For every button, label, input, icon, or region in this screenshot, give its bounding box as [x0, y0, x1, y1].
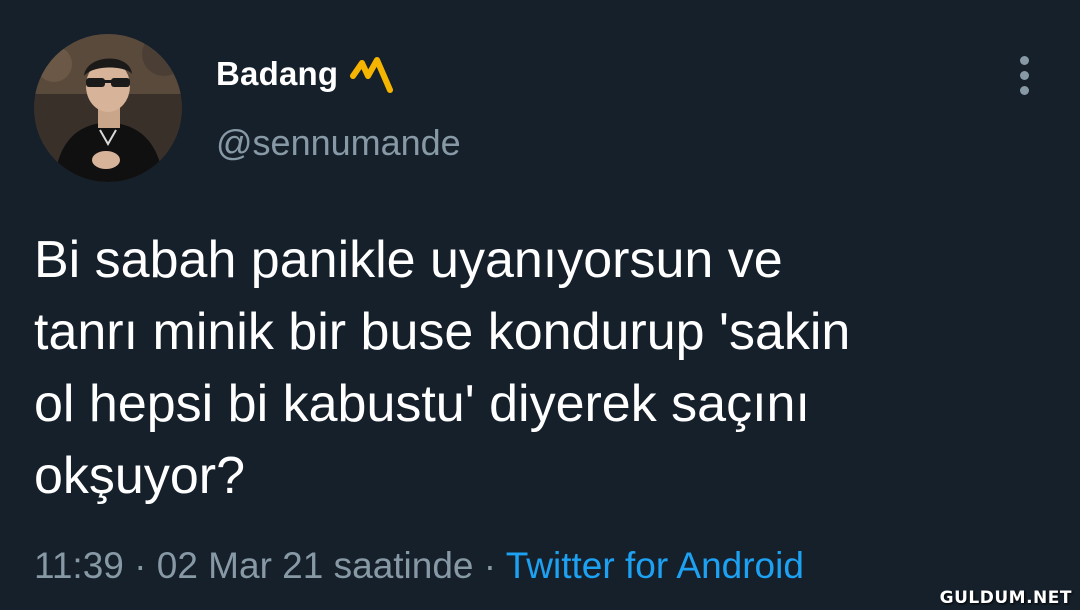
tweet-source-link[interactable]: Twitter for Android	[506, 545, 804, 586]
zigzag-emoji-icon	[350, 54, 396, 94]
avatar[interactable]	[34, 34, 182, 182]
vertical-ellipsis-icon	[1020, 56, 1029, 65]
tweet-date-suffix: saatinde	[323, 545, 474, 586]
vertical-ellipsis-icon	[1020, 86, 1029, 95]
tweet-meta: 11:39 · 02 Mar 21 saatinde · Twitter for…	[34, 545, 804, 587]
author-display-name[interactable]: Badang	[216, 55, 338, 93]
tweet-card: Badang @sennumande Bi sabah panikle uyan…	[0, 0, 1080, 610]
author-name-row[interactable]: Badang	[216, 52, 396, 96]
tweet-date[interactable]: 02 Mar 21	[157, 545, 324, 586]
tweet-time[interactable]: 11:39	[34, 545, 124, 586]
author-handle[interactable]: @sennumande	[216, 122, 461, 164]
meta-separator: ·	[123, 545, 157, 586]
tweet-text: Bi sabah panikle uyanıyorsun ve tanrı mi…	[34, 231, 851, 505]
avatar-photo	[34, 34, 182, 182]
more-options-button[interactable]	[1005, 52, 1045, 100]
meta-separator: ·	[473, 545, 506, 586]
vertical-ellipsis-icon	[1020, 71, 1029, 80]
watermark: GULDUM.NET	[939, 588, 1072, 608]
